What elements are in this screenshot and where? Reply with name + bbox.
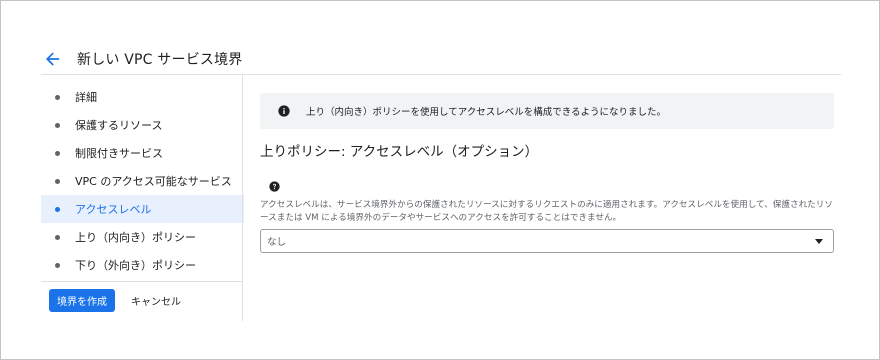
help-icon[interactable]	[269, 181, 280, 192]
bullet-icon	[55, 262, 60, 268]
header-divider	[41, 74, 841, 75]
sidebar-item-protected-resources[interactable]: 保護するリソース	[41, 111, 244, 139]
sidebar-item-ingress-policy[interactable]: 上り（内向き）ポリシー	[41, 223, 244, 251]
sidebar-item-label: 上り（内向き）ポリシー	[75, 231, 196, 244]
bullet-icon	[55, 94, 60, 100]
sidebar-item-restricted-services[interactable]: 制限付きサービス	[41, 139, 244, 167]
info-banner: 上り（内向き）ポリシーを使用してアクセスレベルを構成できるようになりました。	[260, 93, 834, 129]
sidebar-item-egress-policy[interactable]: 下り（外向き）ポリシー	[41, 251, 244, 279]
banner-text: 上り（内向き）ポリシーを使用してアクセスレベルを構成できるようになりました。	[306, 107, 667, 118]
back-arrow-icon[interactable]	[41, 47, 65, 71]
sidebar-item-label: 詳細	[75, 91, 97, 104]
sidebar-item-label: VPC のアクセス可能なサービス	[75, 175, 232, 188]
bullet-icon	[55, 150, 60, 156]
create-perimeter-button[interactable]: 境界を作成	[49, 289, 115, 312]
page-frame: 新しい VPC サービス境界 詳細 保護するリソース 制限付きサービス VPC …	[0, 0, 880, 360]
bullet-icon	[55, 206, 60, 212]
info-icon	[278, 105, 290, 117]
sidebar-item-label: 保護するリソース	[75, 119, 163, 132]
sidebar-nav: 詳細 保護するリソース 制限付きサービス VPC のアクセス可能なサービス アク…	[41, 83, 244, 279]
form-actions: 境界を作成 キャンセル	[49, 289, 181, 312]
bullet-icon	[55, 122, 60, 128]
page-header: 新しい VPC サービス境界	[41, 45, 243, 73]
sidebar-item-details[interactable]: 詳細	[41, 83, 244, 111]
dropdown-arrow-icon	[815, 238, 823, 244]
sidebar-item-label: 下り（外向き）ポリシー	[75, 259, 196, 272]
select-value: なし	[267, 237, 287, 248]
section-description: アクセスレベルは、サービス境界外からの保護されたリソースに対するリクエストのみに…	[260, 200, 833, 223]
sidebar-item-label: アクセスレベル	[75, 203, 152, 216]
section-title: 上りポリシー: アクセスレベル（オプション）	[260, 144, 539, 160]
bullet-icon	[55, 234, 60, 240]
actions-divider	[41, 281, 243, 282]
access-level-select[interactable]: なし	[260, 229, 834, 253]
sidebar-item-label: 制限付きサービス	[75, 147, 163, 160]
page-title: 新しい VPC サービス境界	[77, 52, 243, 68]
bullet-icon	[55, 178, 60, 184]
sidebar-item-access-levels[interactable]: アクセスレベル	[41, 195, 244, 223]
sidebar-item-vpc-accessible-services[interactable]: VPC のアクセス可能なサービス	[41, 167, 244, 195]
sidebar-divider	[242, 75, 243, 321]
cancel-button[interactable]: キャンセル	[131, 293, 181, 308]
